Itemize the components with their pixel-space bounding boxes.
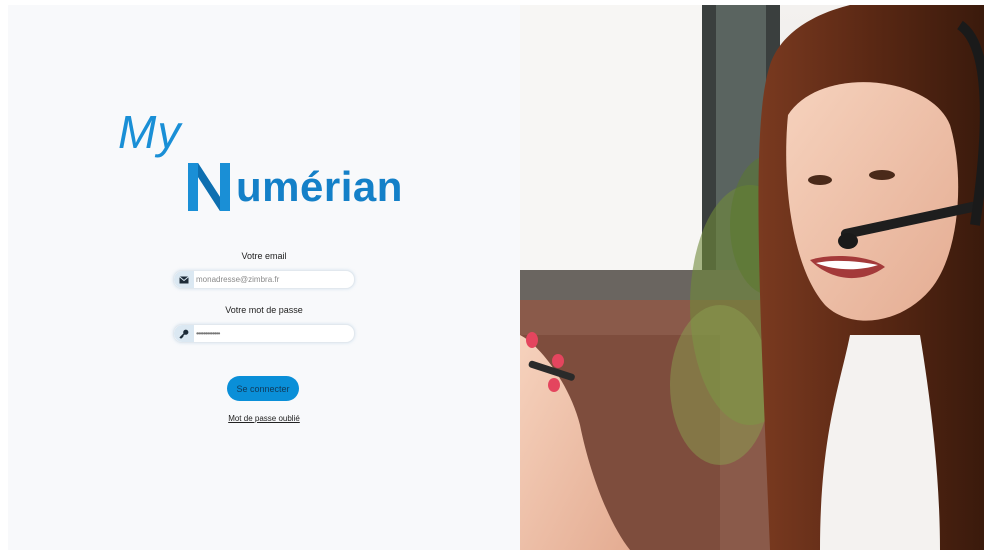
logo-my-text: My	[118, 106, 182, 158]
forgot-password-link[interactable]: Mot de passe oublié	[8, 414, 520, 423]
hero-photo-illustration	[520, 5, 984, 550]
logo-rest-text: umérian	[236, 163, 403, 210]
email-label: Votre email	[241, 251, 287, 261]
login-panel: My umérian Votre email Votre mot de pass…	[8, 5, 520, 550]
connect-button[interactable]: Se connecter	[227, 376, 299, 401]
logo-n-mark	[188, 163, 230, 211]
mynumerian-logo: My umérian	[118, 105, 418, 225]
envelope-icon	[174, 271, 194, 288]
email-input[interactable]	[196, 271, 348, 288]
password-field-wrapper	[173, 324, 355, 343]
email-field-wrapper	[173, 270, 355, 289]
password-label: Votre mot de passe	[225, 305, 303, 315]
hero-photo	[520, 5, 984, 550]
key-icon	[174, 325, 194, 342]
password-input[interactable]	[196, 325, 348, 342]
